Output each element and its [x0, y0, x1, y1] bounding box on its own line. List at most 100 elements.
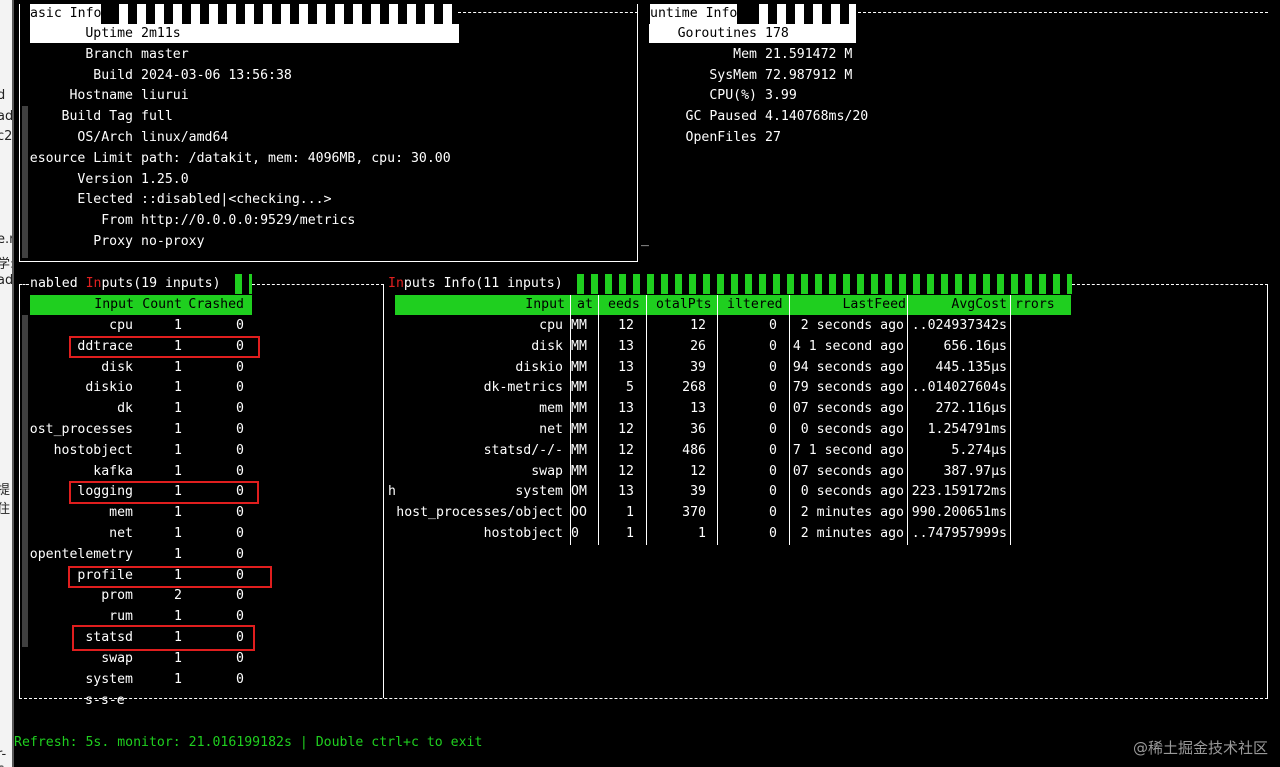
header-feeds: eeds: [608, 297, 640, 312]
input-feeds: 12: [618, 318, 634, 333]
input-feeds: 12: [618, 422, 634, 437]
input-filtered: 0: [769, 442, 777, 458]
input-feeds: 5: [626, 380, 634, 396]
input-name: diskio: [515, 359, 563, 375]
input-feeds: 13: [618, 401, 634, 417]
basic-info-value: master: [141, 46, 189, 62]
runtime-info-title: untime Info: [650, 4, 738, 24]
refresh-status: Refresh: 5s. monitor: 21.016199182s | Do…: [14, 735, 483, 750]
basic-info-key: OS/Arch: [77, 130, 133, 145]
basic-info-value: full: [141, 109, 173, 125]
enabled-input-name: hostobject: [53, 442, 133, 458]
basic-info-value: 2024-03-06 13:56:38: [141, 67, 292, 83]
basic-info-title-pattern: [110, 4, 458, 24]
header-crashed: Crashed: [188, 297, 244, 312]
input-total-pts: 370: [682, 505, 706, 521]
background-window-text: ad: [0, 273, 12, 289]
background-window-text: d: [0, 88, 6, 103]
enabled-input-crashed: 0: [236, 588, 244, 604]
input-feeds: 12: [618, 442, 634, 458]
enabled-input-crashed: 0: [236, 505, 244, 521]
bottom-border: [19, 698, 1268, 699]
highlight-logging: [69, 481, 259, 504]
header-input: Input: [94, 297, 134, 312]
input-last-feed: 4 1 second ago: [792, 338, 904, 354]
enabled-input-name: diskio: [85, 380, 133, 396]
basic-info-border-top: [458, 12, 638, 13]
input-feeds: 13: [618, 484, 634, 500]
enabled-input-count: 1: [174, 401, 182, 417]
input-feeds: 13: [618, 338, 634, 354]
input-filtered: 0: [769, 505, 777, 521]
input-filtered: 0: [769, 401, 777, 417]
enabled-inputs-border-top-right: [252, 284, 384, 285]
background-window-edge: dadc2e.r学:ad提住r-c数m: [0, 0, 12, 767]
background-window-text: 提住: [0, 483, 11, 518]
runtime-info-title-pattern: [750, 4, 856, 24]
input-name: disk: [531, 338, 563, 354]
header-avg-cost: AvgCost: [951, 297, 1007, 312]
enabled-input-count: 1: [174, 422, 182, 437]
runtime-info-key: Goroutines: [677, 26, 757, 41]
input-filtered: 0: [769, 463, 777, 479]
runtime-info-key: SysMem: [709, 67, 757, 83]
runtime-info-value: 21.591472 M: [765, 46, 853, 62]
basic-info-key: Build: [93, 67, 133, 83]
enabled-input-count: 1: [174, 671, 182, 687]
input-cat: OO: [571, 505, 587, 521]
basic-info-border-bottom: [19, 261, 638, 262]
input-filtered: 0: [769, 422, 777, 437]
input-total-pts: 486: [682, 442, 706, 458]
enabled-input-name: net: [109, 526, 133, 541]
enabled-input-count: 1: [174, 546, 182, 562]
header-filtered: iltered: [727, 297, 783, 312]
runtime-cursor: _: [641, 232, 649, 247]
input-filtered: 0: [769, 338, 777, 354]
input-total-pts: 1: [698, 526, 706, 541]
input-cat: MM: [571, 318, 587, 333]
input-cat: MM: [571, 401, 587, 417]
enabled-input-crashed: 0: [236, 526, 244, 541]
runtime-info-key: GC Paused: [685, 109, 757, 125]
inputs-info-header-row: Input at eeds otalPts iltered LastFeed A…: [395, 295, 1071, 315]
enabled-input-crashed: 0: [236, 401, 244, 417]
input-feeds: 13: [618, 359, 634, 375]
input-total-pts: 12: [690, 318, 706, 333]
basic-info-key: Version: [77, 171, 133, 187]
enabled-inputs-header-row: Input Count Crashed: [30, 295, 252, 315]
input-cat: MM: [571, 463, 587, 479]
runtime-info-value: 27: [765, 130, 781, 145]
runtime-info-value: 178: [765, 26, 789, 41]
input-avg-cost: 990.200651ms: [911, 505, 1007, 521]
header-total-pts: otalPts: [656, 297, 712, 312]
input-avg-cost: 5.274µs: [951, 442, 1007, 458]
enabled-input-count: 1: [174, 526, 182, 541]
input-name: net: [539, 422, 563, 437]
input-name: swap: [531, 463, 563, 479]
enabled-inputs-title: nabled Inputs(19 inputs): [30, 274, 221, 294]
input-feeds: 1: [626, 526, 634, 541]
header-count: Count: [142, 297, 182, 312]
input-cat: MM: [571, 380, 587, 396]
basic-info-key: From: [101, 213, 133, 229]
background-window-text: 学:: [0, 256, 12, 272]
input-last-feed: 79 seconds ago: [792, 380, 904, 396]
runtime-info-key: Mem: [733, 46, 757, 62]
input-last-feed: 0 seconds ago: [800, 484, 904, 500]
basic-info-key: Build Tag: [61, 109, 133, 125]
header-errors: rrors: [1015, 297, 1055, 312]
input-cat: MM: [571, 422, 587, 437]
input-feeds: 1: [626, 505, 634, 521]
enabled-input-name: ost_processes: [29, 422, 133, 437]
runtime-info-border-top: [858, 12, 1268, 13]
basic-info-key: Uptime: [85, 26, 133, 41]
enabled-input-name: kafka: [93, 463, 133, 479]
inputs-info-title: Inputs Info(11 inputs): [388, 274, 563, 294]
input-feeds: 12: [618, 463, 634, 479]
enabled-input-name: cpu: [109, 318, 133, 333]
input-avg-cost: 272.116µs: [935, 401, 1007, 417]
basic-info-value: http://0.0.0.0:9529/metrics: [141, 213, 356, 229]
input-avg-cost: 387.97µs: [943, 463, 1007, 479]
input-name: system: [515, 484, 563, 500]
basic-info-key: Elected: [77, 192, 133, 208]
